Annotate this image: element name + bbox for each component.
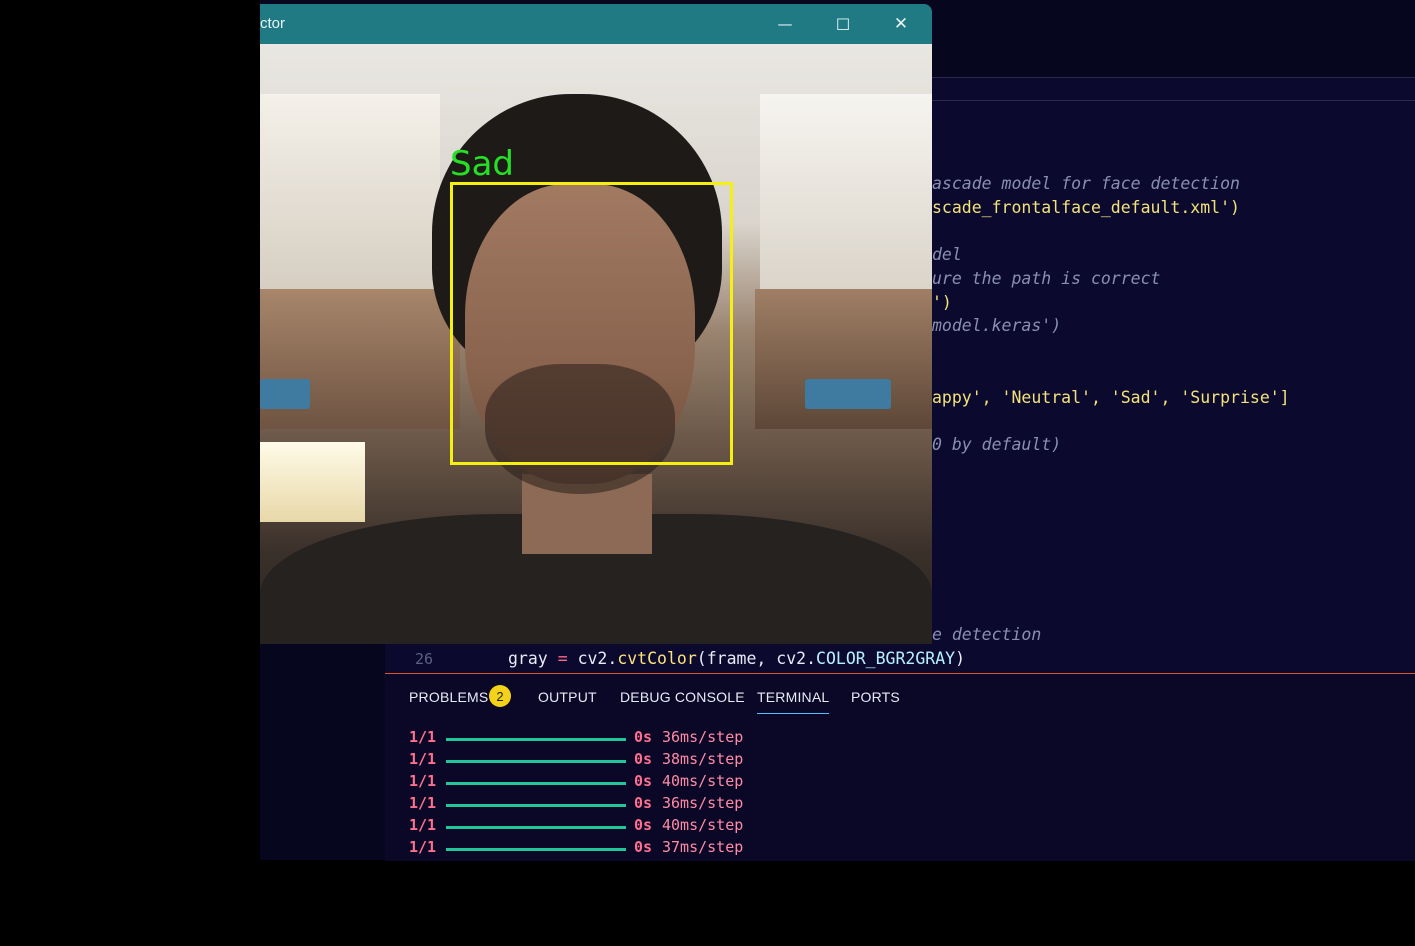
args-close-token: ) — [955, 649, 966, 668]
code-line: del — [932, 245, 962, 264]
step-count: 1/1 — [409, 750, 437, 768]
args-token: (frame, cv2. — [696, 649, 817, 668]
background-sign — [260, 379, 310, 409]
tab-ports[interactable]: PORTS — [851, 689, 900, 705]
constant-token: COLOR_BGR2GRAY — [816, 649, 956, 668]
camera-window[interactable]: ctor — ☐ ✕ Sad — [260, 4, 932, 644]
code-line: model.keras') — [932, 316, 1062, 335]
progress-bar — [446, 782, 626, 785]
terminal-row: 1/1 0s 40ms/step — [409, 772, 743, 794]
elapsed-time: 0s — [634, 838, 653, 856]
elapsed-time: 0s — [634, 794, 653, 812]
maximize-icon: ☐ — [835, 14, 851, 34]
module-token: cv2. — [577, 649, 618, 668]
step-duration: 40ms/step — [662, 772, 744, 790]
progress-bar — [446, 848, 626, 851]
problems-count-badge: 2 — [489, 685, 511, 707]
progress-bar — [446, 738, 626, 741]
variable-token: gray — [508, 649, 548, 668]
code-line: ure the path is correct — [932, 269, 1161, 288]
window-titlebar[interactable]: ctor — ☐ ✕ — [260, 4, 932, 44]
maximize-button[interactable]: ☐ — [814, 4, 872, 44]
step-duration: 36ms/step — [662, 728, 744, 746]
code-line: appy', 'Neutral', 'Sad', 'Surprise'] — [932, 388, 1290, 407]
code-line: e detection — [932, 625, 1042, 644]
terminal-row: 1/1 0s 38ms/step — [409, 750, 743, 772]
progress-bar — [446, 826, 626, 829]
step-count: 1/1 — [409, 816, 437, 834]
code-line-26: gray = cv2.cvtColor(frame, cv2.COLOR_BGR… — [508, 649, 965, 668]
terminal-output[interactable]: 1/1 0s 36ms/step 1/1 0s 38ms/step 1/1 0s… — [409, 728, 743, 860]
step-count: 1/1 — [409, 794, 437, 812]
step-duration: 36ms/step — [662, 794, 744, 812]
step-count: 1/1 — [409, 772, 437, 790]
minimize-button[interactable]: — — [756, 4, 814, 44]
code-line: scade_frontalface_default.xml') — [932, 198, 1240, 217]
operator-token: = — [557, 649, 568, 668]
desktop-background — [0, 0, 260, 860]
tab-problems[interactable]: PROBLEMS — [409, 689, 488, 705]
close-button[interactable]: ✕ — [872, 4, 930, 44]
camera-feed: Sad — [260, 44, 932, 644]
bottom-panel: PROBLEMS 2 OUTPUT DEBUG CONSOLE TERMINAL… — [385, 673, 1415, 861]
terminal-row: 1/1 0s 40ms/step — [409, 816, 743, 838]
step-count: 1/1 — [409, 728, 437, 746]
panel-gutter — [260, 644, 385, 860]
elapsed-time: 0s — [634, 750, 653, 768]
face-detection-box — [450, 182, 733, 465]
panel-tab-bar: PROBLEMS 2 OUTPUT DEBUG CONSOLE TERMINAL… — [385, 674, 1415, 718]
tab-terminal[interactable]: TERMINAL — [757, 689, 830, 714]
code-line: 0 by default) — [932, 435, 1062, 454]
step-duration: 38ms/step — [662, 750, 744, 768]
divider — [932, 77, 1415, 78]
progress-bar — [446, 760, 626, 763]
minimize-icon: — — [777, 15, 793, 33]
elapsed-time: 0s — [634, 728, 653, 746]
step-count: 1/1 — [409, 838, 437, 856]
elapsed-time: 0s — [634, 816, 653, 834]
background-sign — [805, 379, 891, 409]
tab-debug-console[interactable]: DEBUG CONSOLE — [620, 689, 745, 705]
terminal-row: 1/1 0s 36ms/step — [409, 794, 743, 816]
step-duration: 40ms/step — [662, 816, 744, 834]
function-token: cvtColor — [617, 649, 697, 668]
divider — [932, 100, 1415, 101]
line-number: 26 — [415, 650, 434, 668]
code-line: ascade model for face detection — [932, 174, 1240, 193]
background-light — [260, 442, 365, 522]
step-duration: 37ms/step — [662, 838, 744, 856]
progress-bar — [446, 804, 626, 807]
window-title: ctor — [260, 15, 286, 32]
tab-output[interactable]: OUTPUT — [538, 689, 597, 705]
emotion-label: Sad — [450, 144, 514, 184]
code-line: ') — [932, 293, 952, 312]
terminal-row: 1/1 0s 37ms/step — [409, 838, 743, 860]
elapsed-time: 0s — [634, 772, 653, 790]
terminal-row: 1/1 0s 36ms/step — [409, 728, 743, 750]
close-icon: ✕ — [893, 14, 909, 34]
